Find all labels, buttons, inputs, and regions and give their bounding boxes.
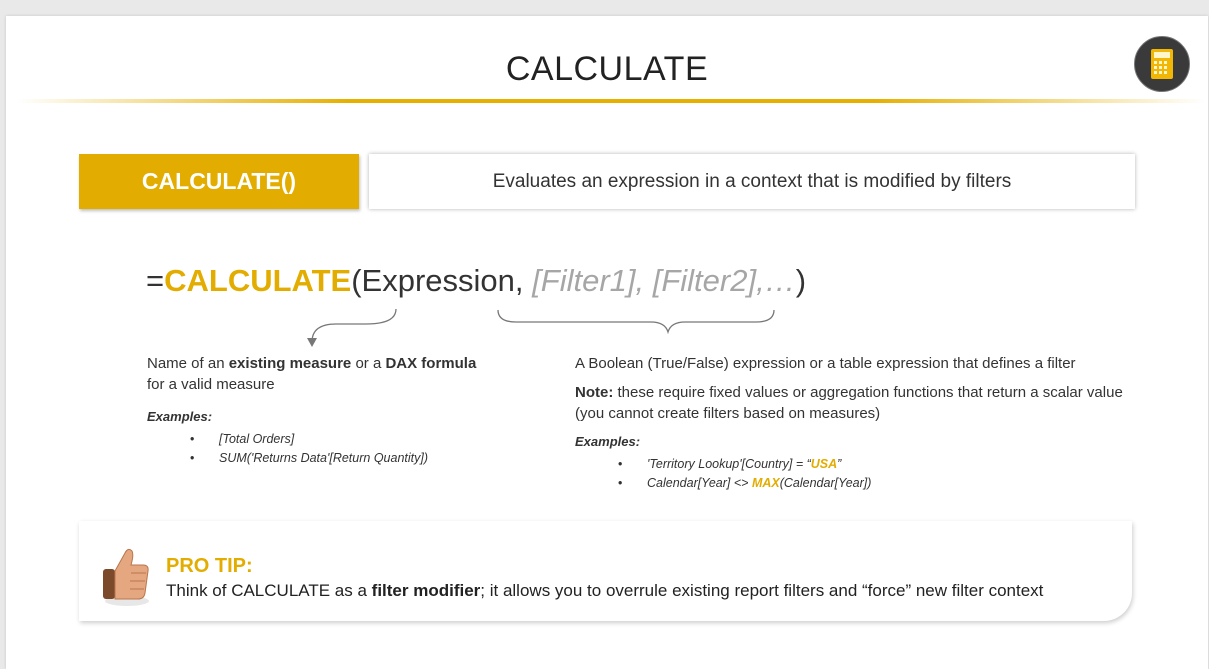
example-highlight: USA (810, 457, 838, 471)
expression-text-mid: or a (351, 355, 386, 372)
example-text: ” (837, 457, 842, 471)
expression-text-line2: for a valid measure (147, 376, 275, 393)
note-label: Note: (575, 384, 614, 401)
example-text: 'Territory Lookup'[Country] = “ (647, 457, 811, 471)
expression-bold-dax: DAX formula (385, 355, 477, 372)
expression-examples-label: Examples: (147, 409, 213, 424)
pro-tip-text-pre: Think of CALCULATE as a (166, 581, 372, 600)
filter-brace (497, 309, 775, 335)
example-highlight: MAX (751, 476, 780, 490)
pro-tip-text: Think of CALCULATE as a filter modifier;… (166, 581, 1043, 601)
expression-description: Name of an existing measure or a DAX for… (147, 353, 547, 395)
expression-arrow (311, 308, 397, 343)
filter-examples-label: Examples: (575, 434, 641, 449)
expression-bold-measure: existing measure (228, 355, 352, 372)
example-text: (Calendar[Year]) (779, 476, 872, 490)
filter-notes: A Boolean (True/False) expression or a t… (575, 353, 1135, 493)
pro-tip-title: PRO TIP: (166, 555, 253, 577)
pro-tip-text-post: ; it allows you to overrule existing rep… (480, 581, 1044, 600)
list-item: 'Territory Lookup'[Country] = “USA” (575, 455, 1135, 474)
filter-description: A Boolean (True/False) expression or a t… (575, 355, 1076, 372)
list-item: SUM('Returns Data'[Return Quantity]) (147, 449, 547, 468)
list-item: [Total Orders] (147, 430, 547, 449)
filter-note: Note: these require fixed values or aggr… (575, 382, 1135, 424)
example-text: Calendar[Year] <> (647, 476, 752, 490)
filter-examples-list: 'Territory Lookup'[Country] = “USA” Cale… (575, 455, 1135, 493)
expression-notes: Name of an existing measure or a DAX for… (147, 353, 547, 468)
list-item: Calendar[Year] <> MAX(Calendar[Year]) (575, 474, 1135, 493)
expression-examples-list: [Total Orders] SUM('Returns Data'[Return… (147, 430, 547, 468)
slide: CALCULATE CALCULATE() Evaluates an expre… (6, 16, 1208, 669)
thumbs-up-icon (103, 548, 149, 606)
expression-arrowhead (307, 338, 317, 347)
note-text: these require fixed values or aggregatio… (575, 384, 1123, 422)
pro-tip-box: PRO TIP: Think of CALCULATE as a filter … (79, 521, 1132, 621)
expression-text: Name of an (147, 355, 229, 372)
pro-tip-text-bold: filter modifier (371, 581, 481, 600)
